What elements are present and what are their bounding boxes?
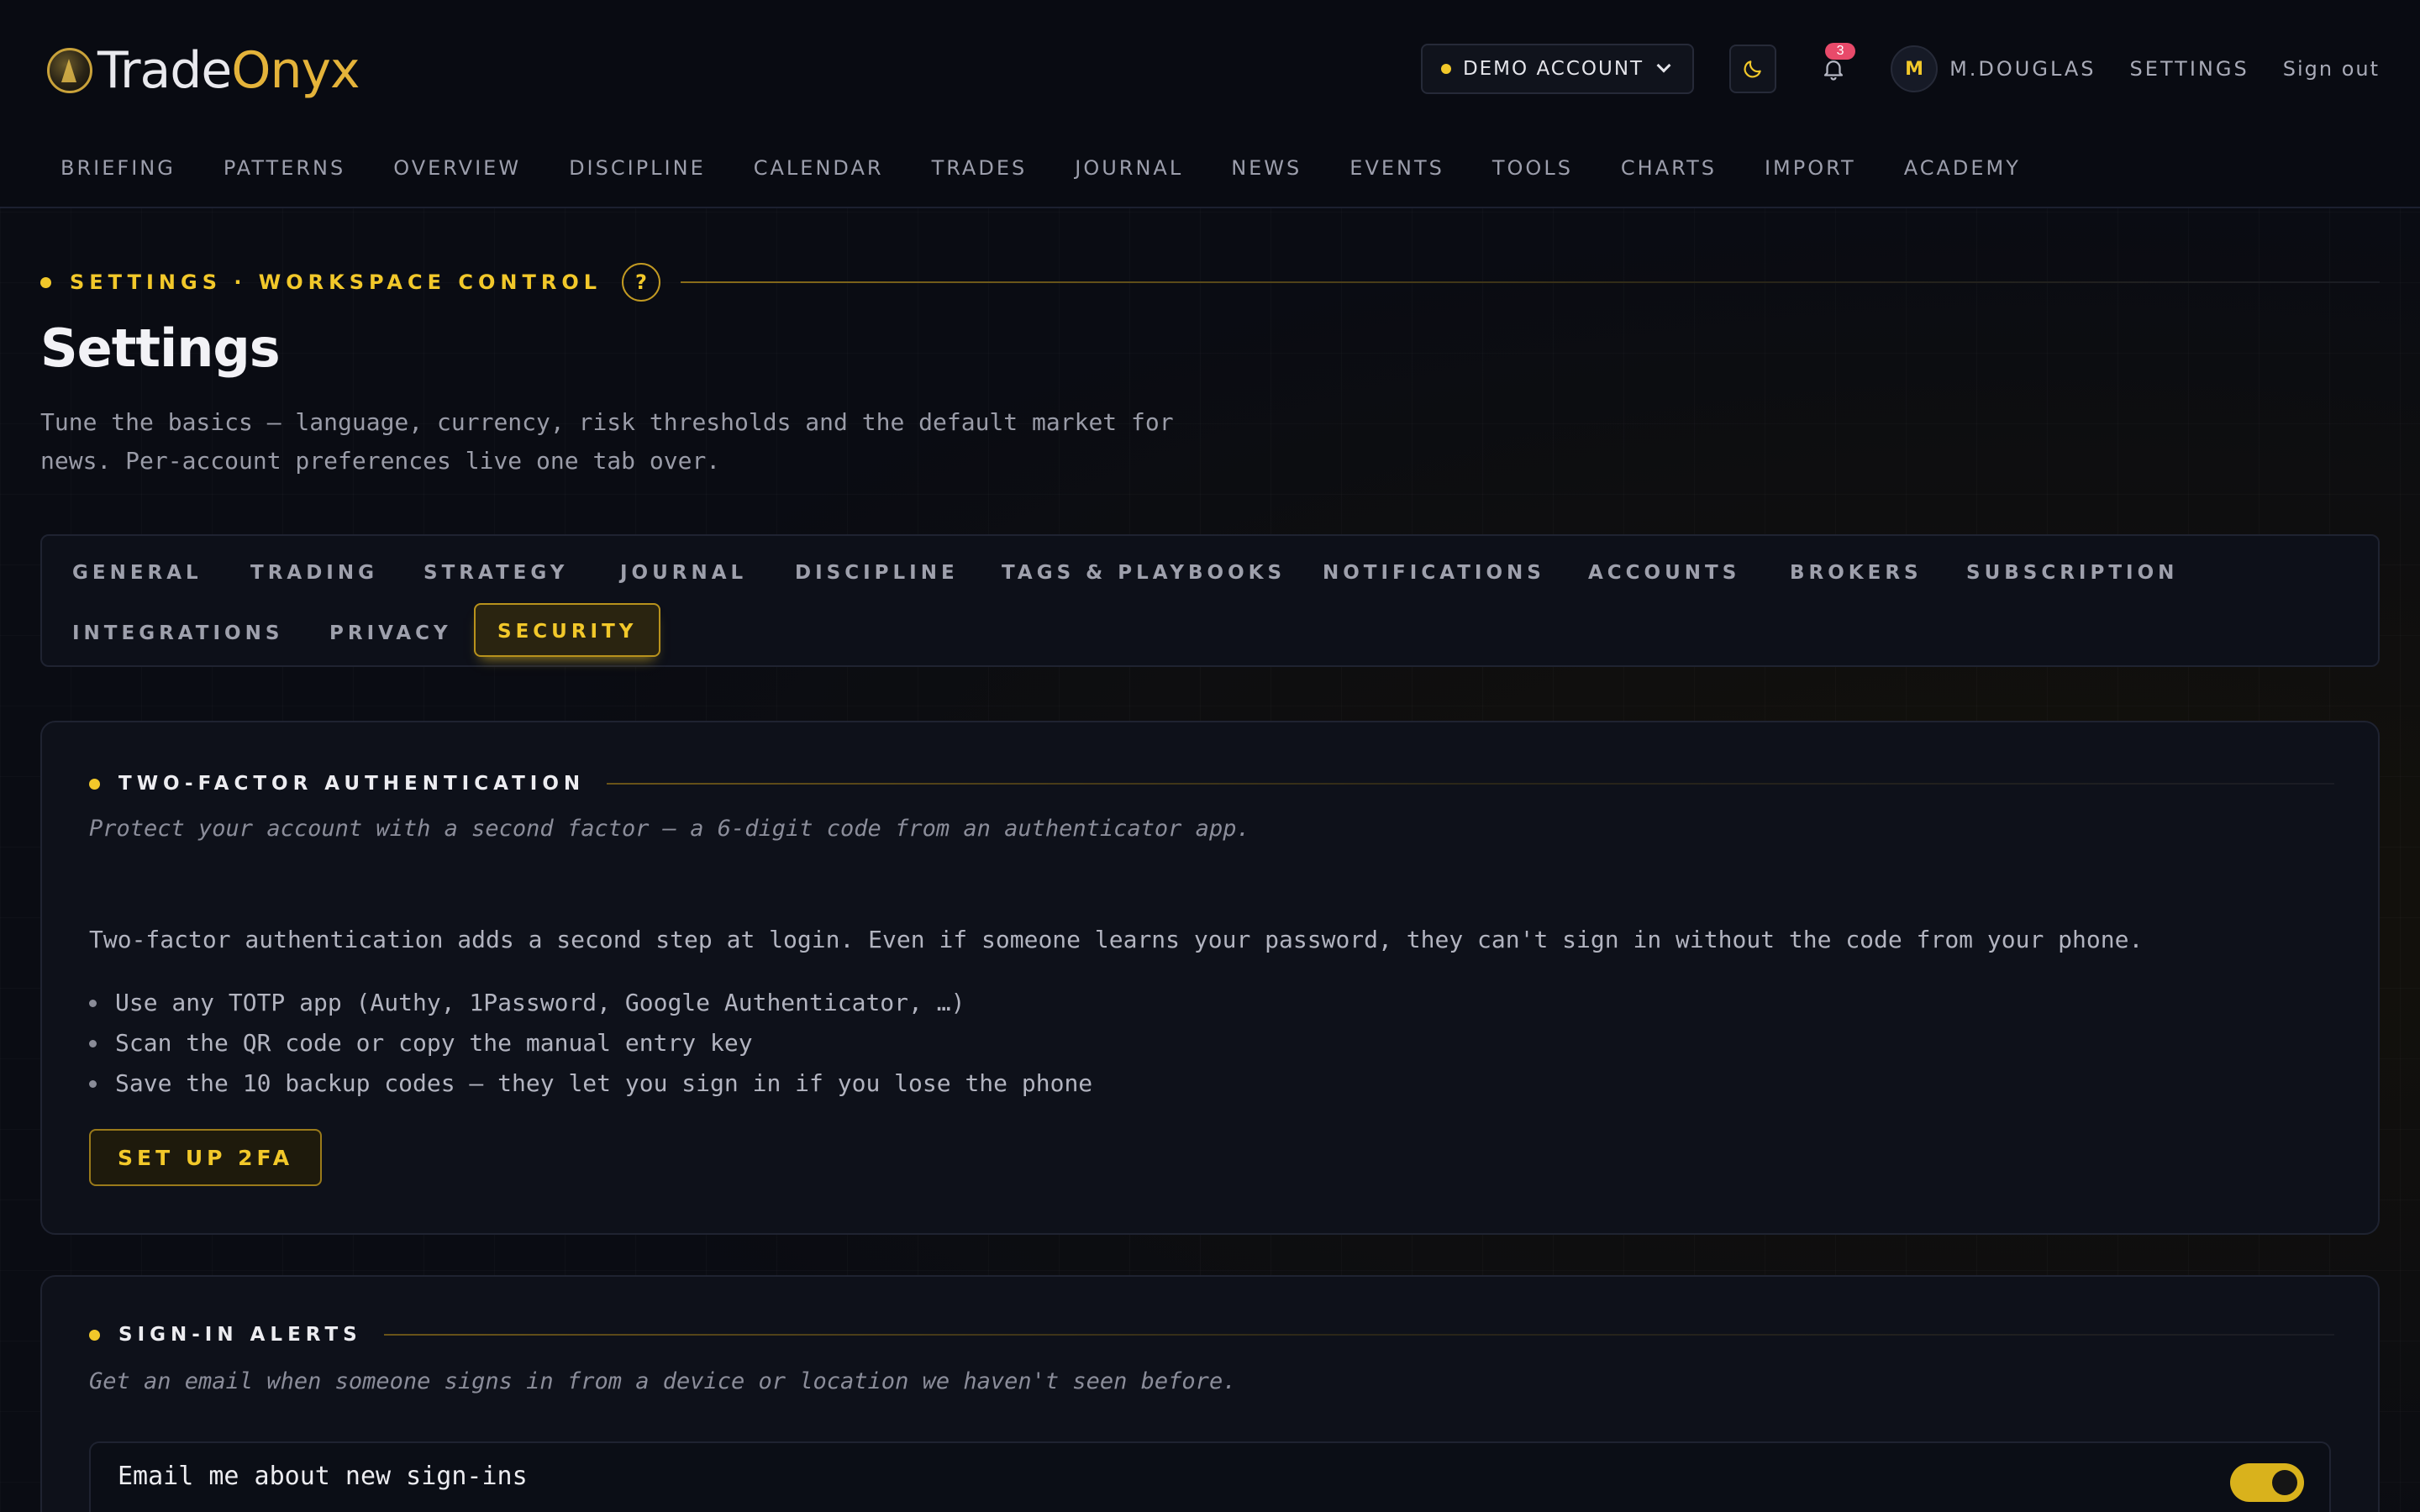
section-header: SIGN-IN ALERTS bbox=[89, 1324, 2334, 1346]
nav-item-discipline[interactable]: DISCIPLINE bbox=[569, 156, 706, 180]
signin-alert-row: Email me about new sign-ins bbox=[89, 1441, 2331, 1512]
account-selector-label: DEMO ACCOUNT bbox=[1462, 58, 1644, 80]
page-description: Tune the basics — language, currency, ri… bbox=[40, 408, 1174, 475]
user-name-link[interactable]: M.DOUGLAS bbox=[1949, 57, 2096, 81]
section-subtitle: Protect your account with a second facto… bbox=[89, 816, 1250, 842]
tab-security[interactable]: SECURITY bbox=[474, 603, 661, 657]
nav-item-journal[interactable]: JOURNAL bbox=[1075, 156, 1183, 180]
section-dot-icon bbox=[89, 1329, 100, 1341]
nav-item-calendar[interactable]: CALENDAR bbox=[754, 156, 884, 180]
list-item: Save the 10 backup codes — they let you … bbox=[89, 1063, 1092, 1104]
divider bbox=[383, 1334, 2334, 1336]
brand-name: TradeOnyx bbox=[97, 42, 360, 99]
tab-subscription[interactable]: SUBSCRIPTION bbox=[1966, 546, 2178, 600]
tab-integrations[interactable]: INTEGRATIONS bbox=[72, 606, 283, 660]
eyebrow-dot-icon bbox=[40, 276, 51, 288]
help-button[interactable]: ? bbox=[622, 263, 661, 302]
bell-icon bbox=[1823, 60, 1844, 81]
feature-list: Use any TOTP app (Authy, 1Password, Goog… bbox=[89, 983, 1092, 1104]
tab-trading[interactable]: TRADING bbox=[250, 546, 378, 600]
header-settings-link[interactable]: SETTINGS bbox=[2130, 57, 2249, 81]
nav-item-overview[interactable]: OVERVIEW bbox=[393, 156, 521, 180]
eyebrow-text: SETTINGS · WORKSPACE CONTROL bbox=[70, 270, 602, 294]
list-item: Scan the QR code or copy the manual entr… bbox=[89, 1023, 1092, 1063]
nav-item-tools[interactable]: TOOLS bbox=[1492, 156, 1573, 180]
theme-toggle-button[interactable] bbox=[1729, 45, 1777, 93]
avatar[interactable]: M bbox=[1891, 45, 1939, 92]
brand-logo[interactable]: TradeOnyx bbox=[47, 42, 360, 99]
tab-journal[interactable]: JOURNAL bbox=[620, 546, 747, 600]
signin-alerts-card: SIGN-IN ALERTS Get an email when someone… bbox=[40, 1275, 2380, 1512]
tab-notifications[interactable]: NOTIFICATIONS bbox=[1323, 546, 1545, 600]
email-signin-toggle[interactable] bbox=[2230, 1463, 2304, 1502]
sign-out-link[interactable]: Sign out bbox=[2283, 57, 2380, 81]
section-header: TWO-FACTOR AUTHENTICATION bbox=[89, 773, 2334, 795]
two-factor-card: TWO-FACTOR AUTHENTICATION Protect your a… bbox=[40, 721, 2380, 1235]
nav-item-news[interactable]: NEWS bbox=[1231, 156, 1302, 180]
list-item: Use any TOTP app (Authy, 1Password, Goog… bbox=[89, 983, 1092, 1023]
tab-strategy[interactable]: STRATEGY bbox=[424, 546, 568, 600]
tab-tags-playbooks[interactable]: TAGS & PLAYBOOKS bbox=[1002, 546, 1286, 600]
section-title: SIGN-IN ALERTS bbox=[118, 1324, 362, 1346]
divider bbox=[681, 281, 2380, 283]
account-selector[interactable]: DEMO ACCOUNT bbox=[1420, 44, 1695, 94]
page-eyebrow: SETTINGS · WORKSPACE CONTROL ? bbox=[40, 260, 2380, 304]
tab-privacy[interactable]: PRIVACY bbox=[329, 606, 452, 660]
tab-brokers[interactable]: BROKERS bbox=[1790, 546, 1923, 600]
page-title: Settings bbox=[40, 318, 281, 379]
setting-label: Email me about new sign-ins bbox=[118, 1462, 528, 1491]
settings-tabs: GENERAL TRADING STRATEGY JOURNAL DISCIPL… bbox=[40, 534, 2380, 667]
nav-item-import[interactable]: IMPORT bbox=[1765, 156, 1856, 180]
nav-item-patterns[interactable]: PATTERNS bbox=[224, 156, 345, 180]
nav-item-trades[interactable]: TRADES bbox=[932, 156, 1028, 180]
notification-badge: 3 bbox=[1825, 43, 1856, 60]
section-dot-icon bbox=[89, 778, 100, 790]
section-title: TWO-FACTOR AUTHENTICATION bbox=[118, 773, 586, 795]
tab-discipline[interactable]: DISCIPLINE bbox=[795, 546, 959, 600]
section-subtitle: Get an email when someone signs in from … bbox=[89, 1368, 1237, 1394]
header-actions: DEMO ACCOUNT 3 M M.DOUGLAS SETTINGS Sign… bbox=[1420, 43, 2380, 94]
setup-2fa-button[interactable]: SET UP 2FA bbox=[89, 1129, 323, 1186]
brand-name-part2: Onyx bbox=[231, 41, 360, 100]
notifications-button[interactable]: 3 bbox=[1810, 43, 1857, 93]
brand-name-part1: Trade bbox=[97, 41, 232, 100]
nav-item-events[interactable]: EVENTS bbox=[1349, 156, 1444, 180]
moon-icon bbox=[1744, 60, 1761, 78]
top-bar: TradeOnyx DEMO ACCOUNT 3 M M.DOUGLAS SET… bbox=[0, 0, 2420, 208]
nav-item-charts[interactable]: CHARTS bbox=[1621, 156, 1717, 180]
nav-item-academy[interactable]: ACADEMY bbox=[1904, 156, 2021, 180]
chevron-down-icon bbox=[1656, 58, 1671, 73]
divider bbox=[607, 783, 2334, 785]
tab-accounts[interactable]: ACCOUNTS bbox=[1588, 546, 1740, 600]
nav-item-briefing[interactable]: BRIEFING bbox=[60, 156, 176, 180]
logo-icon bbox=[47, 48, 92, 93]
main-nav: BRIEFING PATTERNS OVERVIEW DISCIPLINE CA… bbox=[60, 156, 2069, 180]
section-body: Two-factor authentication adds a second … bbox=[89, 926, 2144, 953]
status-dot-icon bbox=[1440, 64, 1451, 74]
tab-general[interactable]: GENERAL bbox=[72, 546, 203, 600]
